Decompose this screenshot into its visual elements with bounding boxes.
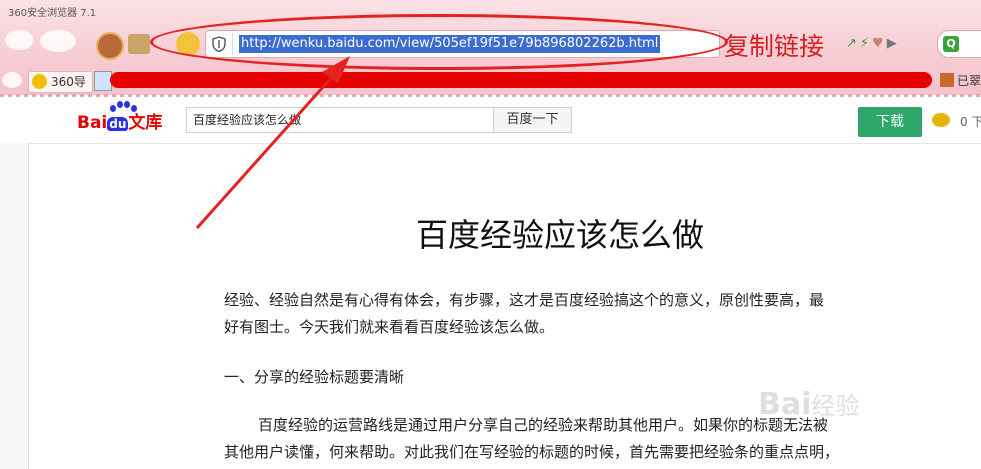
paragraph-line: 好有图士。今天我们就来看看百度经验该怎么做。 xyxy=(224,318,555,336)
document-title: 百度经验应该怎么做 xyxy=(415,216,704,254)
coin-icon xyxy=(932,113,950,127)
baidu-jingyan-watermark: Bai经验 xyxy=(758,387,860,422)
window-title: 360安全浏览器 7.1 xyxy=(8,8,97,19)
annotation-ellipse xyxy=(150,14,728,70)
wenku-search-input[interactable]: 百度经验应该怎么做 xyxy=(186,107,494,133)
play-icon[interactable]: ▶ xyxy=(887,36,900,51)
address-tools[interactable]: ↗⚡♥▶ xyxy=(846,36,900,51)
heart-icon[interactable]: ♥ xyxy=(872,36,887,51)
redacted-bar xyxy=(110,72,932,88)
baidu-wenku-logo[interactable]: Bai du 文库 xyxy=(77,108,162,133)
cloud-decoration xyxy=(5,30,33,50)
cloud-decoration xyxy=(40,30,76,52)
favorite-item-right[interactable]: 已翠 xyxy=(940,71,981,91)
paragraph-line: 百度经验的运营路线是通过用户分享自己的经验来帮助其他用户。如果你的标题无法被 xyxy=(258,416,829,434)
paragraph-line: 经验、经验自然是有心得有体会，有步骤，这才是百度经验搞这个的意义，原创性要高，最 xyxy=(224,291,825,309)
cloud-decoration xyxy=(2,72,22,88)
download-button[interactable]: 下载 xyxy=(858,107,922,137)
search-engine-icon[interactable]: Q xyxy=(943,36,959,52)
section-heading: 一、分享的经验标题要清晰 xyxy=(224,368,405,386)
bookmark-icon xyxy=(940,73,954,87)
coin-count: 0 下 xyxy=(960,115,981,129)
wenku-search-button[interactable]: 百度一下 xyxy=(494,107,572,133)
back-icon[interactable] xyxy=(96,32,124,60)
left-panel xyxy=(0,143,29,469)
360-icon xyxy=(32,74,47,89)
favorite-item-360[interactable]: 360导 xyxy=(28,71,93,93)
annotation-label: 复制链接 xyxy=(724,32,825,61)
paragraph-line: 其他用户读懂，何来帮助。对此我们在写经验的标题的时候，首先需要把经验条的重点点明… xyxy=(224,443,840,461)
share-icon[interactable]: ↗ xyxy=(846,36,860,51)
lightning-icon[interactable]: ⚡ xyxy=(860,36,872,51)
home-icon[interactable] xyxy=(128,34,150,54)
